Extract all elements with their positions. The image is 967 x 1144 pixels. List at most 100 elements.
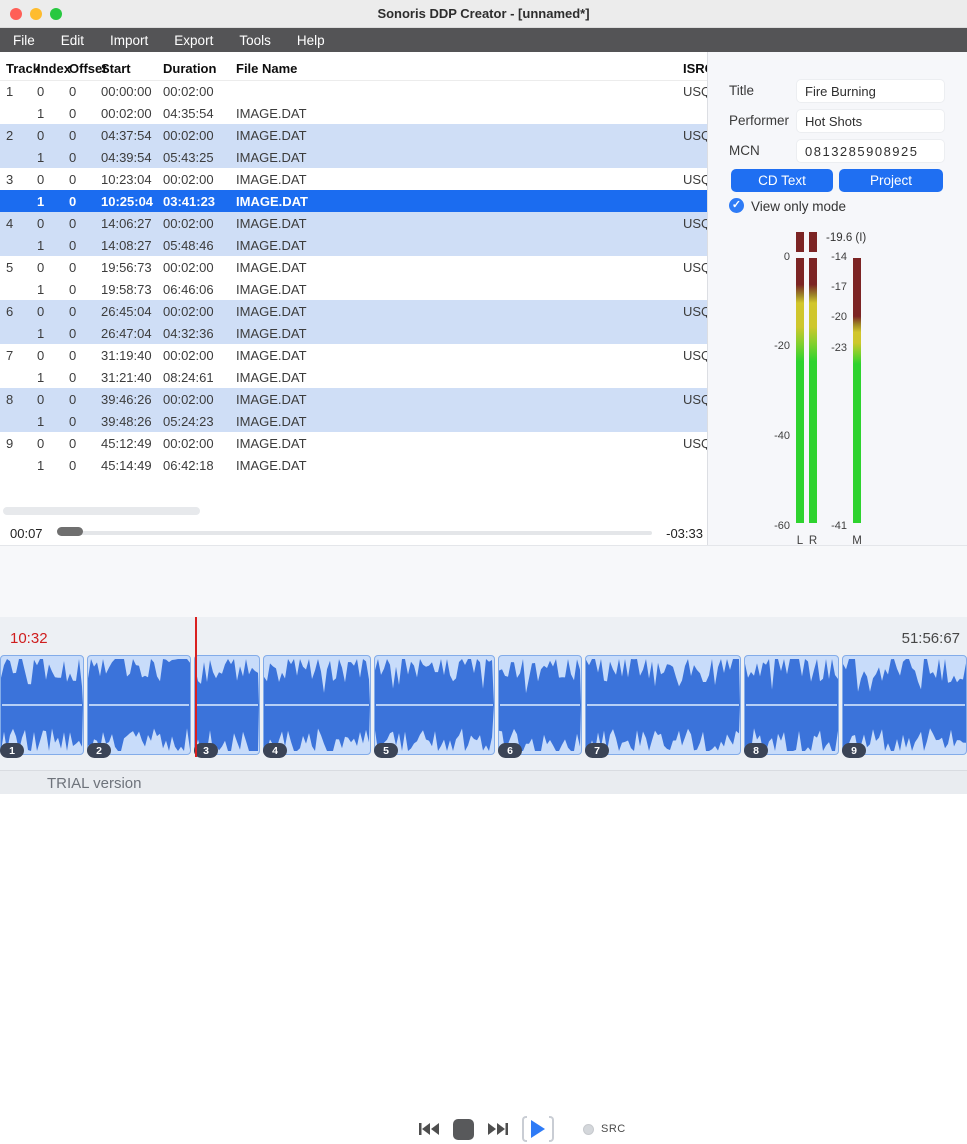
src-radio[interactable] [583,1124,594,1135]
cell-track: 7 [6,348,13,363]
table-row[interactable]: 1019:58:7306:46:06IMAGE.DAT [0,278,707,300]
horizontal-scrollbar[interactable] [3,507,200,515]
table-header: Track Index Offset Start Duration File N… [0,56,707,81]
cell-duration: 06:42:18 [163,458,214,473]
waveform-centerline [746,704,837,706]
cell-isrc: USQ [683,128,707,143]
table-row[interactable]: 60026:45:0400:02:00IMAGE.DATUSQ [0,300,707,322]
track-number-badge: 4 [263,743,287,758]
minimize-button[interactable] [30,8,42,20]
menu-import[interactable]: Import [110,33,148,48]
performer-input[interactable] [796,109,945,133]
cell-track: 4 [6,216,13,231]
menu-edit[interactable]: Edit [61,33,84,48]
close-button[interactable] [10,8,22,20]
title-label: Title [729,83,754,98]
table-row[interactable]: 1026:47:0404:32:36IMAGE.DAT [0,322,707,344]
cell-duration: 00:02:00 [163,172,214,187]
cell-offset: 0 [69,260,76,275]
cell-start: 04:37:54 [101,128,152,143]
track-number-badge: 6 [498,743,522,758]
src-label: SRC [601,1123,626,1135]
table-row[interactable]: 50019:56:7300:02:00IMAGE.DATUSQ [0,256,707,278]
menu-file[interactable]: File [13,33,35,48]
table-row[interactable]: 1004:39:5405:43:25IMAGE.DAT [0,146,707,168]
play-button[interactable] [522,1116,554,1142]
waveform-segment[interactable]: 7 [585,655,741,755]
waveform-segment[interactable]: 6 [498,655,582,755]
waveform-centerline [844,704,965,706]
table-row[interactable]: 1010:25:0403:41:23IMAGE.DAT [0,190,707,212]
cell-file: IMAGE.DAT [236,106,307,121]
menu-help[interactable]: Help [297,33,325,48]
zoom-button[interactable] [50,8,62,20]
cell-duration: 00:02:00 [163,84,214,99]
cell-start: 45:12:49 [101,436,152,451]
track-number-badge: 3 [194,743,218,758]
cd-text-button[interactable]: CD Text [731,169,833,192]
previous-track-icon [418,1121,440,1137]
table-row[interactable]: 40014:06:2700:02:00IMAGE.DATUSQ [0,212,707,234]
project-button[interactable]: Project [839,169,943,192]
table-row[interactable]: 90045:12:4900:02:00IMAGE.DATUSQ [0,432,707,454]
table-row[interactable]: 80039:46:2600:02:00IMAGE.DATUSQ [0,388,707,410]
cell-isrc: USQ [683,84,707,99]
stop-button[interactable] [453,1119,474,1140]
table-row[interactable]: 1000:02:0004:35:54IMAGE.DAT [0,102,707,124]
track-number-badge: 8 [744,743,768,758]
view-only-checkbox[interactable]: ✓ [729,198,744,213]
table-row[interactable]: 70031:19:4000:02:00IMAGE.DATUSQ [0,344,707,366]
cell-file: IMAGE.DAT [236,194,308,209]
cell-index: 0 [37,84,44,99]
waveform-segment[interactable]: 5 [374,655,495,755]
m-scale-label: -20 [768,311,847,323]
cell-start: 39:48:26 [101,414,152,429]
cell-offset: 0 [69,128,76,143]
table-row[interactable]: 1039:48:2605:24:23IMAGE.DAT [0,410,707,432]
cell-start: 10:23:04 [101,172,152,187]
menu-export[interactable]: Export [174,33,213,48]
table-row[interactable]: 10000:00:0000:02:00USQ [0,80,707,102]
window-controls [10,8,62,20]
waveform-segment[interactable]: 1 [0,655,84,755]
cell-start: 45:14:49 [101,458,152,473]
cell-offset: 0 [69,150,76,165]
table-row[interactable]: 30010:23:0400:02:00IMAGE.DATUSQ [0,168,707,190]
cell-file: IMAGE.DAT [236,304,307,319]
play-icon [530,1120,546,1138]
waveform-segment[interactable]: 3 [194,655,260,755]
waveform-segment[interactable]: 4 [263,655,371,755]
previous-track-button[interactable] [418,1121,440,1137]
waveform-segment[interactable]: 8 [744,655,839,755]
view-only-label: View only mode [751,199,846,214]
cell-index: 0 [37,172,44,187]
m-scale-label: -23 [768,342,847,354]
cell-offset: 0 [69,282,76,297]
waveform-segment[interactable]: 9 [842,655,967,755]
cell-start: 26:45:04 [101,304,152,319]
waveform-centerline [265,704,369,706]
waveform-centerline [2,704,82,706]
seek-slider-track[interactable] [57,531,652,535]
cell-offset: 0 [69,172,76,187]
menu-tools[interactable]: Tools [239,33,271,48]
table-row[interactable]: 1031:21:4008:24:61IMAGE.DAT [0,366,707,388]
table-body: 10000:00:0000:02:00USQ1000:02:0004:35:54… [0,80,707,476]
next-track-icon [487,1121,509,1137]
column-header-track: Track [6,61,40,76]
cell-file: IMAGE.DAT [236,414,307,429]
title-input[interactable] [796,79,945,103]
cell-offset: 0 [69,414,76,429]
cell-track: 8 [6,392,13,407]
cell-start: 04:39:54 [101,150,152,165]
table-row[interactable]: 1045:14:4906:42:18IMAGE.DAT [0,454,707,476]
loudness-readout: -19.6 (I) [826,232,866,244]
column-header-start: Start [101,61,131,76]
seek-slider-thumb[interactable] [57,527,83,536]
table-row[interactable]: 20004:37:5400:02:00IMAGE.DATUSQ [0,124,707,146]
mcn-input[interactable] [796,139,945,163]
table-row[interactable]: 1014:08:2705:48:46IMAGE.DAT [0,234,707,256]
waveform-segment[interactable]: 2 [87,655,191,755]
next-track-button[interactable] [487,1121,509,1137]
cell-start: 00:02:00 [101,106,152,121]
